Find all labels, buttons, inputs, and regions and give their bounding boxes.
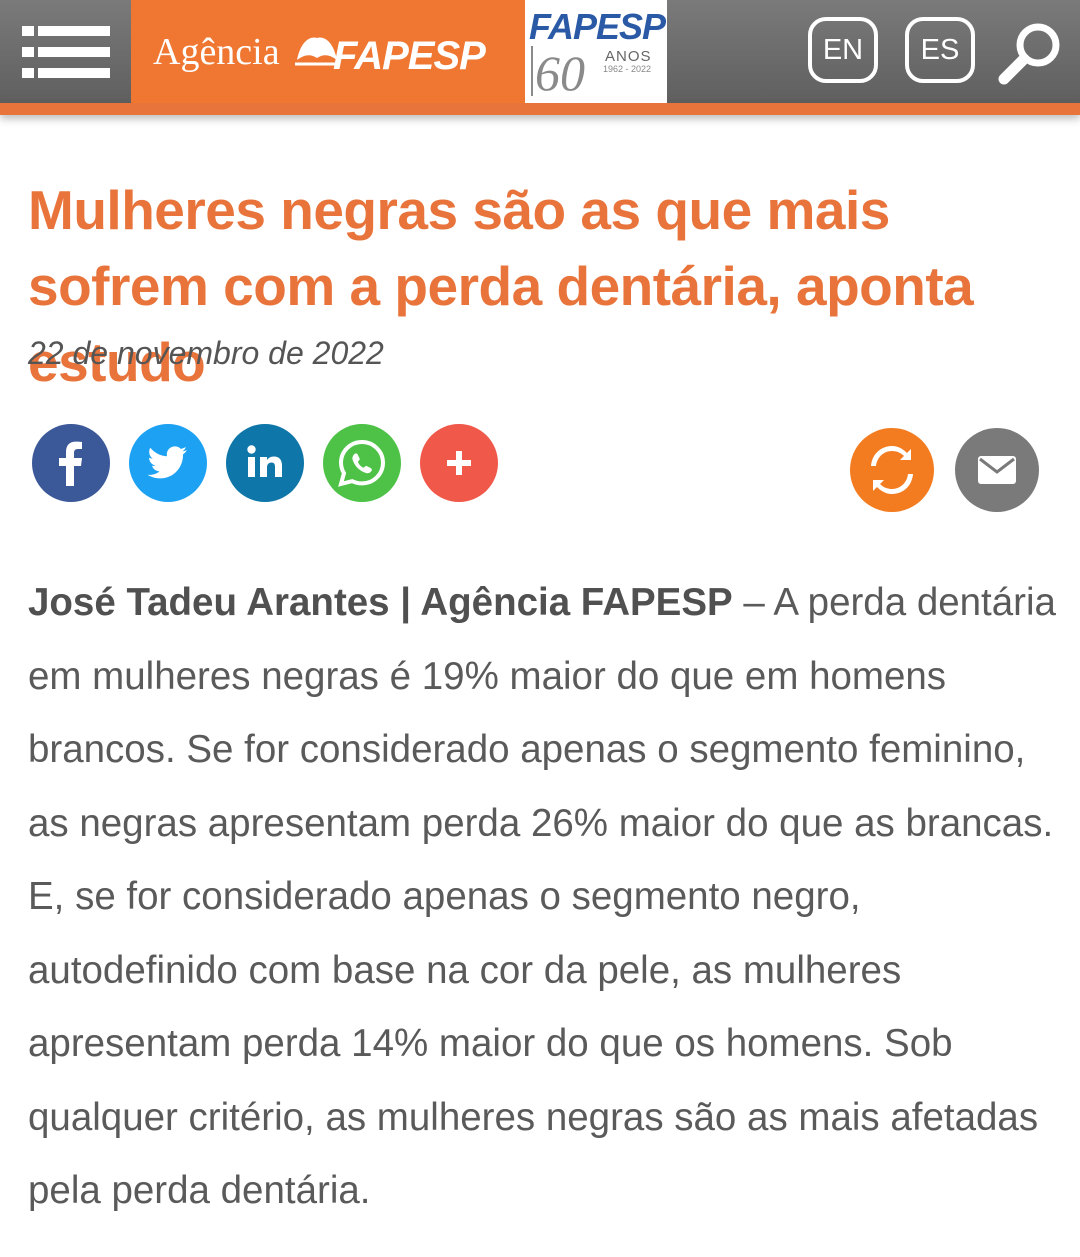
facebook-share-button[interactable]: [32, 424, 110, 502]
facebook-icon: [59, 441, 82, 486]
more-share-button[interactable]: [420, 424, 498, 502]
byline-separator: –: [732, 581, 774, 624]
email-button[interactable]: [955, 428, 1039, 512]
envelope-icon: [978, 456, 1016, 484]
article-byline: José Tadeu Arantes | Agência FAPESP: [28, 581, 733, 624]
language-en-button[interactable]: EN: [808, 17, 878, 83]
whatsapp-icon: [338, 439, 386, 487]
refresh-icon: [871, 446, 913, 494]
linkedin-icon: [247, 445, 282, 477]
logo60-anos: ANOS: [605, 48, 652, 65]
whatsapp-share-button[interactable]: [323, 424, 401, 502]
fapesp-60-anos-logo[interactable]: FAPESP 60 ANOS 1962 - 2022: [525, 0, 667, 103]
plus-icon: [447, 451, 471, 475]
logo-agencia-text: Agência: [153, 31, 280, 73]
search-icon[interactable]: [996, 18, 1066, 88]
language-es-button[interactable]: ES: [905, 17, 975, 83]
article-body: José Tadeu Arantes | Agência FAPESP – A …: [28, 566, 1058, 1228]
agencia-fapesp-logo[interactable]: Agência FAPESP: [131, 0, 525, 103]
logo60-divider: [531, 46, 533, 96]
twitter-share-button[interactable]: [129, 424, 207, 502]
logo60-fapesp-text: FAPESP: [529, 6, 666, 47]
logo60-years: 1962 - 2022: [603, 64, 652, 74]
linkedin-share-button[interactable]: [226, 424, 304, 502]
article-body-text: A perda dentária em mulheres negras é 19…: [28, 581, 1056, 1212]
hamburger-menu-icon[interactable]: [22, 24, 110, 80]
logo60-number: 60: [535, 45, 585, 101]
twitter-icon: [147, 446, 187, 479]
refresh-button[interactable]: [850, 428, 934, 512]
logo-fapesp-text: FAPESP: [333, 34, 486, 78]
top-bar-accent-stripe: [0, 103, 1080, 115]
article-date: 22 de novembro de 2022: [28, 335, 384, 371]
